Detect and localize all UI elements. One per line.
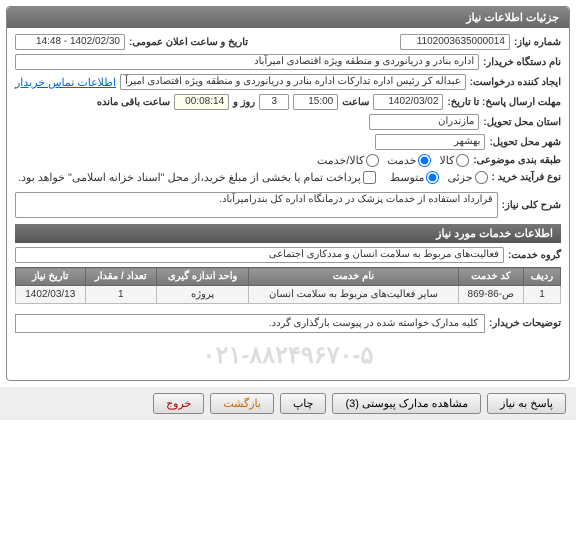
service-group: فعالیت‌های مربوط به سلامت انسان و مددکار… xyxy=(15,247,504,263)
attachments-button[interactable]: مشاهده مدارک پیوستی (3) xyxy=(332,393,481,414)
desc: قرارداد استفاده از خدمات پزشک در درمانگا… xyxy=(15,192,498,218)
process-type-radios: جزئی متوسط xyxy=(390,171,488,184)
time-label-1: ساعت xyxy=(342,97,369,108)
city: بهشهر xyxy=(375,134,485,150)
province: مازندران xyxy=(369,114,479,130)
panel-body: شماره نیاز: 1102003635000014 تاریخ و ساع… xyxy=(7,28,569,380)
td-row: 1 xyxy=(524,286,561,304)
th-code: کد خدمت xyxy=(458,268,523,286)
pub-date: 1402/02/30 - 14:48 xyxy=(15,34,125,50)
subject-class-label: طبقه بندی موضوعی: xyxy=(473,155,561,166)
exit-button[interactable]: خروج xyxy=(153,393,204,414)
radio-khedmat-label: خدمت xyxy=(387,154,416,167)
radio-partial-label: جزئی xyxy=(447,171,472,184)
deadline-time: 15:00 xyxy=(293,94,338,110)
contact-link[interactable]: اطلاعات تماس خریدار xyxy=(15,76,116,89)
remaining: 00:08:14 xyxy=(174,94,229,110)
need-no-label: شماره نیاز: xyxy=(514,37,561,48)
need-details-panel: جزئیات اطلاعات نیاز شماره نیاز: 11020036… xyxy=(6,6,570,381)
services-header: اطلاعات خدمات مورد نیاز xyxy=(15,224,561,243)
th-row: ردیف xyxy=(524,268,561,286)
days: 3 xyxy=(259,94,289,110)
radio-kala[interactable] xyxy=(456,154,469,167)
radio-kala-khedmat[interactable] xyxy=(366,154,379,167)
print-button[interactable]: چاپ xyxy=(280,393,327,414)
service-group-label: گروه خدمت: xyxy=(508,250,561,261)
buyer-notes: کلیه مدارک خواسته شده در پیوست بارگذاری … xyxy=(15,314,485,333)
province-label: استان محل تحویل: xyxy=(483,117,561,128)
city-label: شهر محل تحویل: xyxy=(489,137,561,148)
payment-checkbox[interactable] xyxy=(363,171,376,184)
td-code: ص-86-869 xyxy=(458,286,523,304)
td-qty: 1 xyxy=(85,286,156,304)
process-type-label: نوع فرآیند خرید : xyxy=(492,172,561,183)
td-name: سایر فعالیت‌های مربوط به سلامت انسان xyxy=(249,286,458,304)
buyer-org: اداره بنادر و دریانوردی و منطقه ویژه اقت… xyxy=(15,54,479,70)
th-qty: تعداد / مقدار xyxy=(85,268,156,286)
table-row: 1 ص-86-869 سایر فعالیت‌های مربوط به سلام… xyxy=(16,286,561,304)
footer-buttons: پاسخ به نیاز مشاهده مدارک پیوستی (3) چاپ… xyxy=(0,387,576,420)
desc-label: شرح کلی نیاز: xyxy=(502,200,561,211)
subject-class-radios: کالا خدمت کالا/خدمت xyxy=(317,154,469,167)
back-button[interactable]: بازگشت xyxy=(210,393,274,414)
services-table: ردیف کد خدمت نام خدمت واحد اندازه گیری ت… xyxy=(15,267,561,304)
buyer-org-label: نام دستگاه خریدار: xyxy=(483,57,561,68)
creator: عبداله کر رئیس اداره تدارکات اداره بنادر… xyxy=(120,74,466,90)
radio-partial[interactable] xyxy=(475,171,488,184)
buyer-notes-label: توضیحات خریدار: xyxy=(489,318,561,329)
deadline-date: 1402/03/02 xyxy=(373,94,443,110)
th-unit: واحد اندازه گیری xyxy=(157,268,249,286)
remaining-label: ساعت باقی مانده xyxy=(97,97,170,108)
payment-note: پرداخت تمام یا بخشی از مبلغ خرید،از محل … xyxy=(18,171,361,184)
panel-title: جزئیات اطلاعات نیاز xyxy=(7,7,569,28)
th-name: نام خدمت xyxy=(249,268,458,286)
radio-kala-khedmat-label: کالا/خدمت xyxy=(317,154,364,167)
pub-date-label: تاریخ و ساعت اعلان عمومی: xyxy=(129,37,248,48)
radio-medium-label: متوسط xyxy=(390,171,425,184)
td-date: 1402/03/13 xyxy=(16,286,86,304)
th-date: تاریخ نیاز xyxy=(16,268,86,286)
days-label: روز و xyxy=(233,97,255,108)
radio-medium[interactable] xyxy=(426,171,439,184)
deadline-label: مهلت ارسال پاسخ: تا تاریخ: xyxy=(447,97,561,108)
td-unit: پروژه xyxy=(157,286,249,304)
watermark: ۰۲۱-۸۸۲۴۹۶۷۰-۵ xyxy=(15,341,561,370)
radio-khedmat[interactable] xyxy=(418,154,431,167)
need-no: 1102003635000014 xyxy=(400,34,510,50)
respond-button[interactable]: پاسخ به نیاز xyxy=(487,393,566,414)
creator-label: ایجاد کننده درخواست: xyxy=(470,77,561,88)
radio-kala-label: کالا xyxy=(439,154,454,167)
